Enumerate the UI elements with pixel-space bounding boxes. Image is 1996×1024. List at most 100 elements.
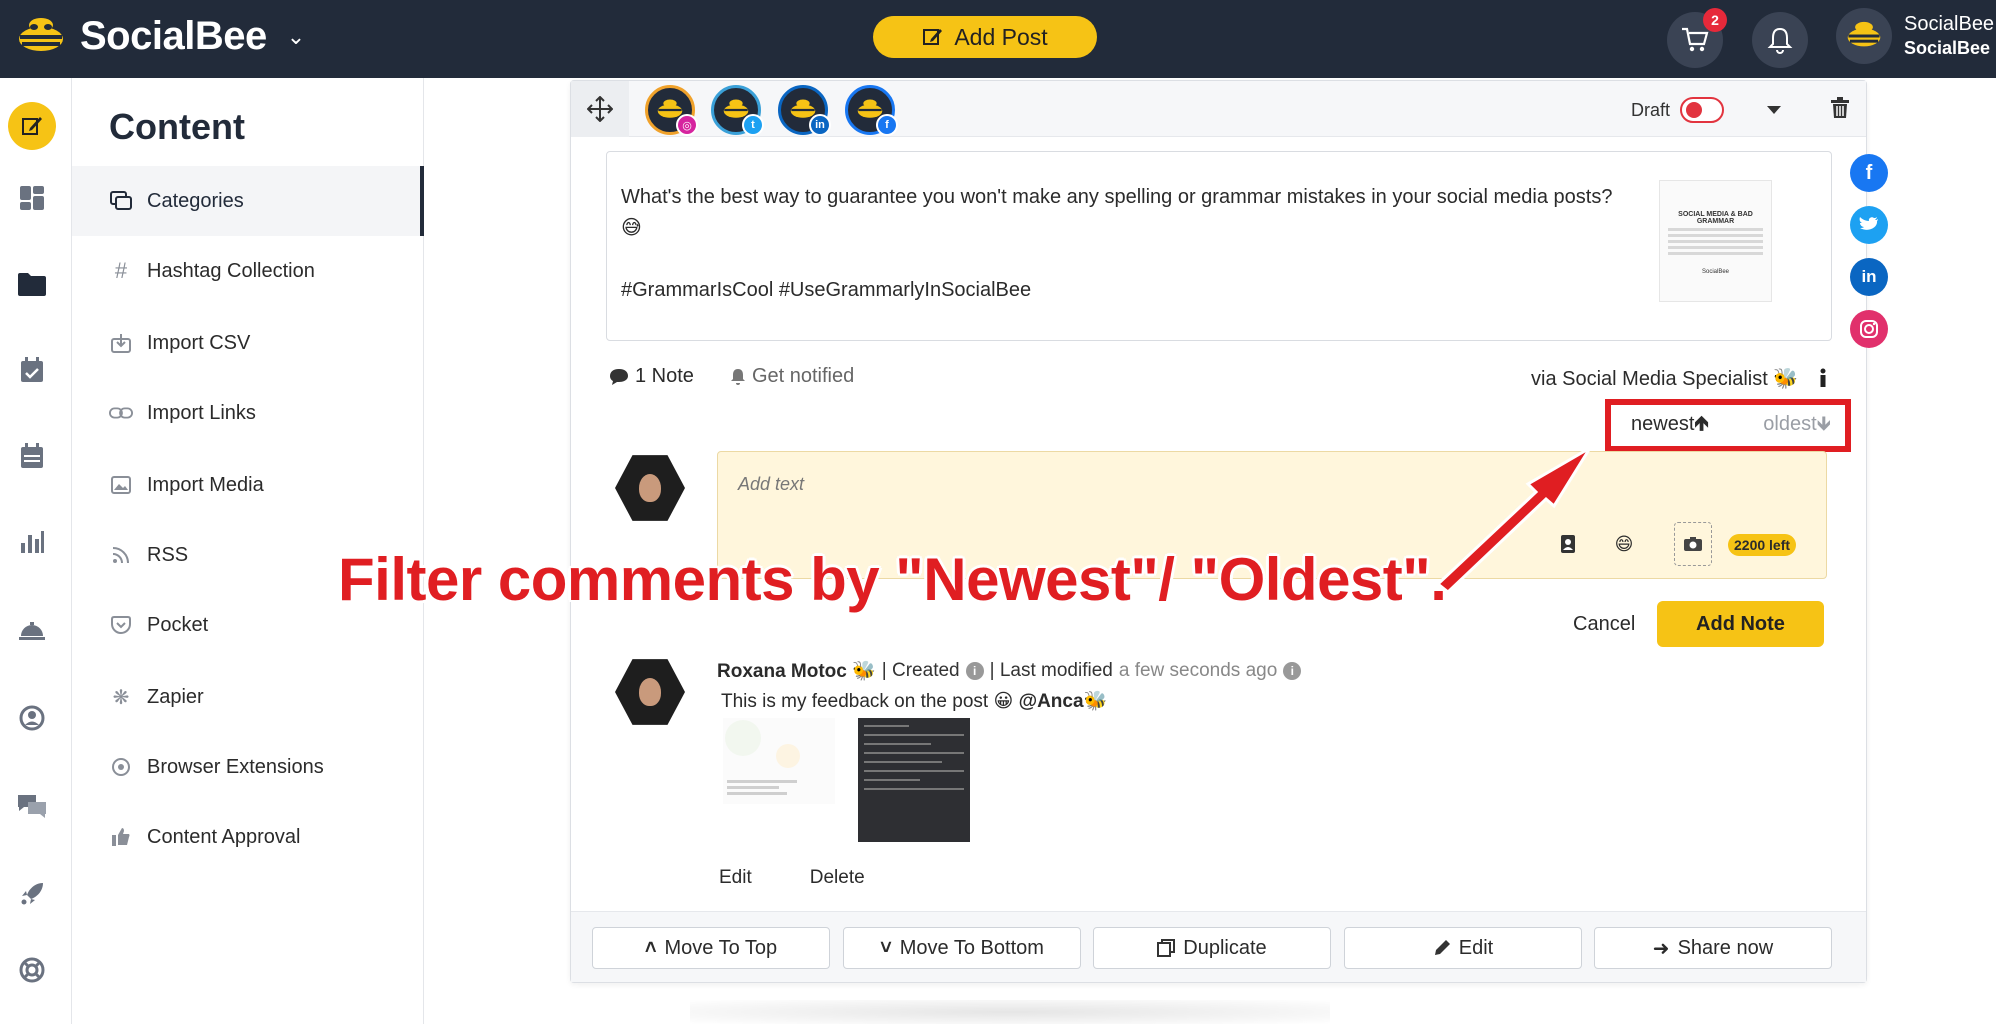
post-content-box[interactable]: What's the best way to guarantee you won… (606, 151, 1832, 341)
link-icon (109, 401, 133, 425)
created-info-icon[interactable]: i (965, 662, 984, 680)
facebook-icon[interactable]: f (1850, 154, 1888, 192)
get-notified-button[interactable]: Get notified (730, 365, 854, 388)
post-card-header: ◎ t in f Draft (571, 81, 1866, 137)
rss-icon (109, 543, 133, 567)
profile-instagram[interactable]: ◎ (645, 85, 698, 136)
bee-logo-icon (1847, 21, 1881, 47)
rail-dashboard[interactable] (8, 174, 56, 222)
sidebar-item-zapier[interactable]: ❋ Zapier (72, 662, 424, 732)
post-media-thumbnail[interactable]: SOCIAL MEDIA & BAD GRAMMAR SocialBee (1659, 180, 1772, 302)
comment-actions: Edit Delete (719, 867, 865, 889)
thumbnail-title: SOCIAL MEDIA & BAD GRAMMAR (1678, 211, 1753, 225)
share-now-button[interactable]: ➜ Share now (1594, 927, 1832, 969)
rail-help[interactable] (8, 946, 56, 994)
add-post-button[interactable]: Add Post (873, 16, 1097, 58)
sort-newest-button[interactable]: newest🡹 (1631, 409, 1709, 443)
sidebar-item-browser-extensions[interactable]: Browser Extensions (72, 732, 424, 802)
rail-growth[interactable] (8, 870, 56, 918)
import-csv-icon (109, 331, 133, 355)
rocket-icon (21, 883, 43, 905)
concierge-icon (19, 622, 45, 640)
sidebar-item-hashtag-collection[interactable]: # Hashtag Collection (72, 236, 424, 306)
bee-logo-icon (19, 17, 63, 51)
sidebar-item-categories[interactable]: Categories (72, 166, 424, 236)
move-to-bottom-button[interactable]: ˅ Move To Bottom (843, 927, 1081, 969)
delete-post-button[interactable] (1825, 93, 1855, 123)
sidebar-item-import-csv[interactable]: Import CSV (72, 308, 424, 378)
modified-info-icon[interactable]: i (1283, 662, 1302, 680)
add-post-label: Add Post (954, 23, 1048, 50)
cart-icon (1682, 27, 1709, 52)
info-icon (1820, 368, 1826, 387)
add-note-button[interactable]: Add Note (1657, 601, 1824, 647)
sidebar-item-import-media[interactable]: Import Media (72, 450, 424, 520)
comment-attachment-image[interactable] (858, 718, 970, 842)
profile-linkedin[interactable]: in (778, 85, 831, 136)
emoji-button[interactable]: 😄 (1610, 530, 1638, 558)
rail-calendar[interactable] (8, 432, 56, 480)
duplicate-label: Duplicate (1183, 936, 1267, 959)
chevron-up-icon: ˄ (644, 936, 657, 959)
sort-oldest-label: oldest (1763, 412, 1817, 435)
post-text: What's the best way to guarantee you won… (621, 182, 1621, 306)
draft-toggle[interactable] (1680, 97, 1725, 123)
arrow-up-icon: 🡹 (1694, 412, 1709, 435)
comment-mention[interactable]: @Anca🐝 (1019, 691, 1108, 712)
duplicate-button[interactable]: Duplicate (1093, 927, 1331, 969)
rail-compose[interactable] (8, 102, 56, 150)
linkedin-icon: in (809, 114, 831, 136)
twitter-icon[interactable] (1850, 206, 1888, 244)
comment-icon (610, 368, 628, 385)
edit-comment-button[interactable]: Edit (719, 867, 752, 889)
post-info-button[interactable] (1813, 366, 1833, 390)
audience-icon (19, 705, 45, 731)
post-body: What's the best way to guarantee you won… (621, 186, 1613, 239)
rail-analytics[interactable] (8, 518, 56, 566)
rail-content[interactable] (8, 260, 56, 308)
arrow-right-icon: ➜ (1652, 937, 1670, 960)
chevron-down-icon: ⌄ (286, 23, 306, 49)
hashtag-icon: # (114, 258, 128, 283)
rail-engage[interactable] (8, 782, 56, 830)
brand-menu[interactable]: SocialBee ⌄ (14, 14, 305, 59)
linkedin-icon[interactable]: in (1850, 258, 1888, 296)
cart-button[interactable]: 2 (1667, 8, 1727, 68)
post-card: ◎ t in f Draft What's the best way to gu… (570, 80, 1867, 983)
account-workspace: SocialBee (1904, 38, 1991, 58)
comment-attachment-image[interactable] (723, 718, 835, 804)
attach-photo-button[interactable] (1674, 522, 1712, 566)
profile-facebook[interactable]: f (845, 85, 898, 136)
comment-meta: Roxana Motoc 🐝 | Created i | Last modifi… (717, 659, 1302, 683)
sidebar-item-label: Content Approval (147, 825, 301, 848)
pencil-icon (1434, 940, 1450, 955)
rail-schedule[interactable] (8, 346, 56, 394)
post-options-button[interactable] (1759, 95, 1789, 125)
current-user-avatar (615, 455, 685, 521)
contact-card-button[interactable] (1554, 530, 1582, 558)
edit-post-button[interactable]: Edit (1344, 927, 1582, 969)
trash-icon (1831, 97, 1849, 118)
notifications-button[interactable] (1752, 12, 1808, 68)
comment-created-label: | Created (881, 660, 960, 681)
delete-comment-button[interactable]: Delete (810, 867, 865, 889)
sort-oldest-button[interactable]: oldest🡻 (1763, 409, 1831, 443)
notes-toggle[interactable]: 1 Note (609, 365, 694, 388)
cancel-note-button[interactable]: Cancel (1573, 613, 1635, 636)
rail-concierge[interactable] (8, 606, 56, 654)
post-card-footer: ˄ Move To Top ˅ Move To Bottom Duplicate… (571, 911, 1866, 982)
drag-handle[interactable] (571, 81, 629, 137)
edit-icon (923, 29, 943, 45)
comment-body: This is my feedback on the post 😀 @Anca🐝 (721, 689, 1107, 713)
profile-twitter[interactable]: t (711, 85, 764, 136)
cart-count-badge: 2 (1703, 8, 1727, 32)
comment-modified-label: | Last modified (989, 660, 1113, 681)
image-icon (109, 473, 133, 497)
sidebar-item-content-approval[interactable]: Content Approval (72, 802, 424, 872)
post-hashtags: #GrammarIsCool #UseGrammarlyInSocialBee (621, 279, 1032, 301)
instagram-icon[interactable] (1850, 310, 1888, 348)
rail-audience[interactable] (8, 694, 56, 742)
account-menu[interactable]: SocialBee SocialBee (1836, 8, 1994, 64)
sidebar-item-import-links[interactable]: Import Links (72, 378, 424, 448)
move-to-top-button[interactable]: ˄ Move To Top (592, 927, 830, 969)
